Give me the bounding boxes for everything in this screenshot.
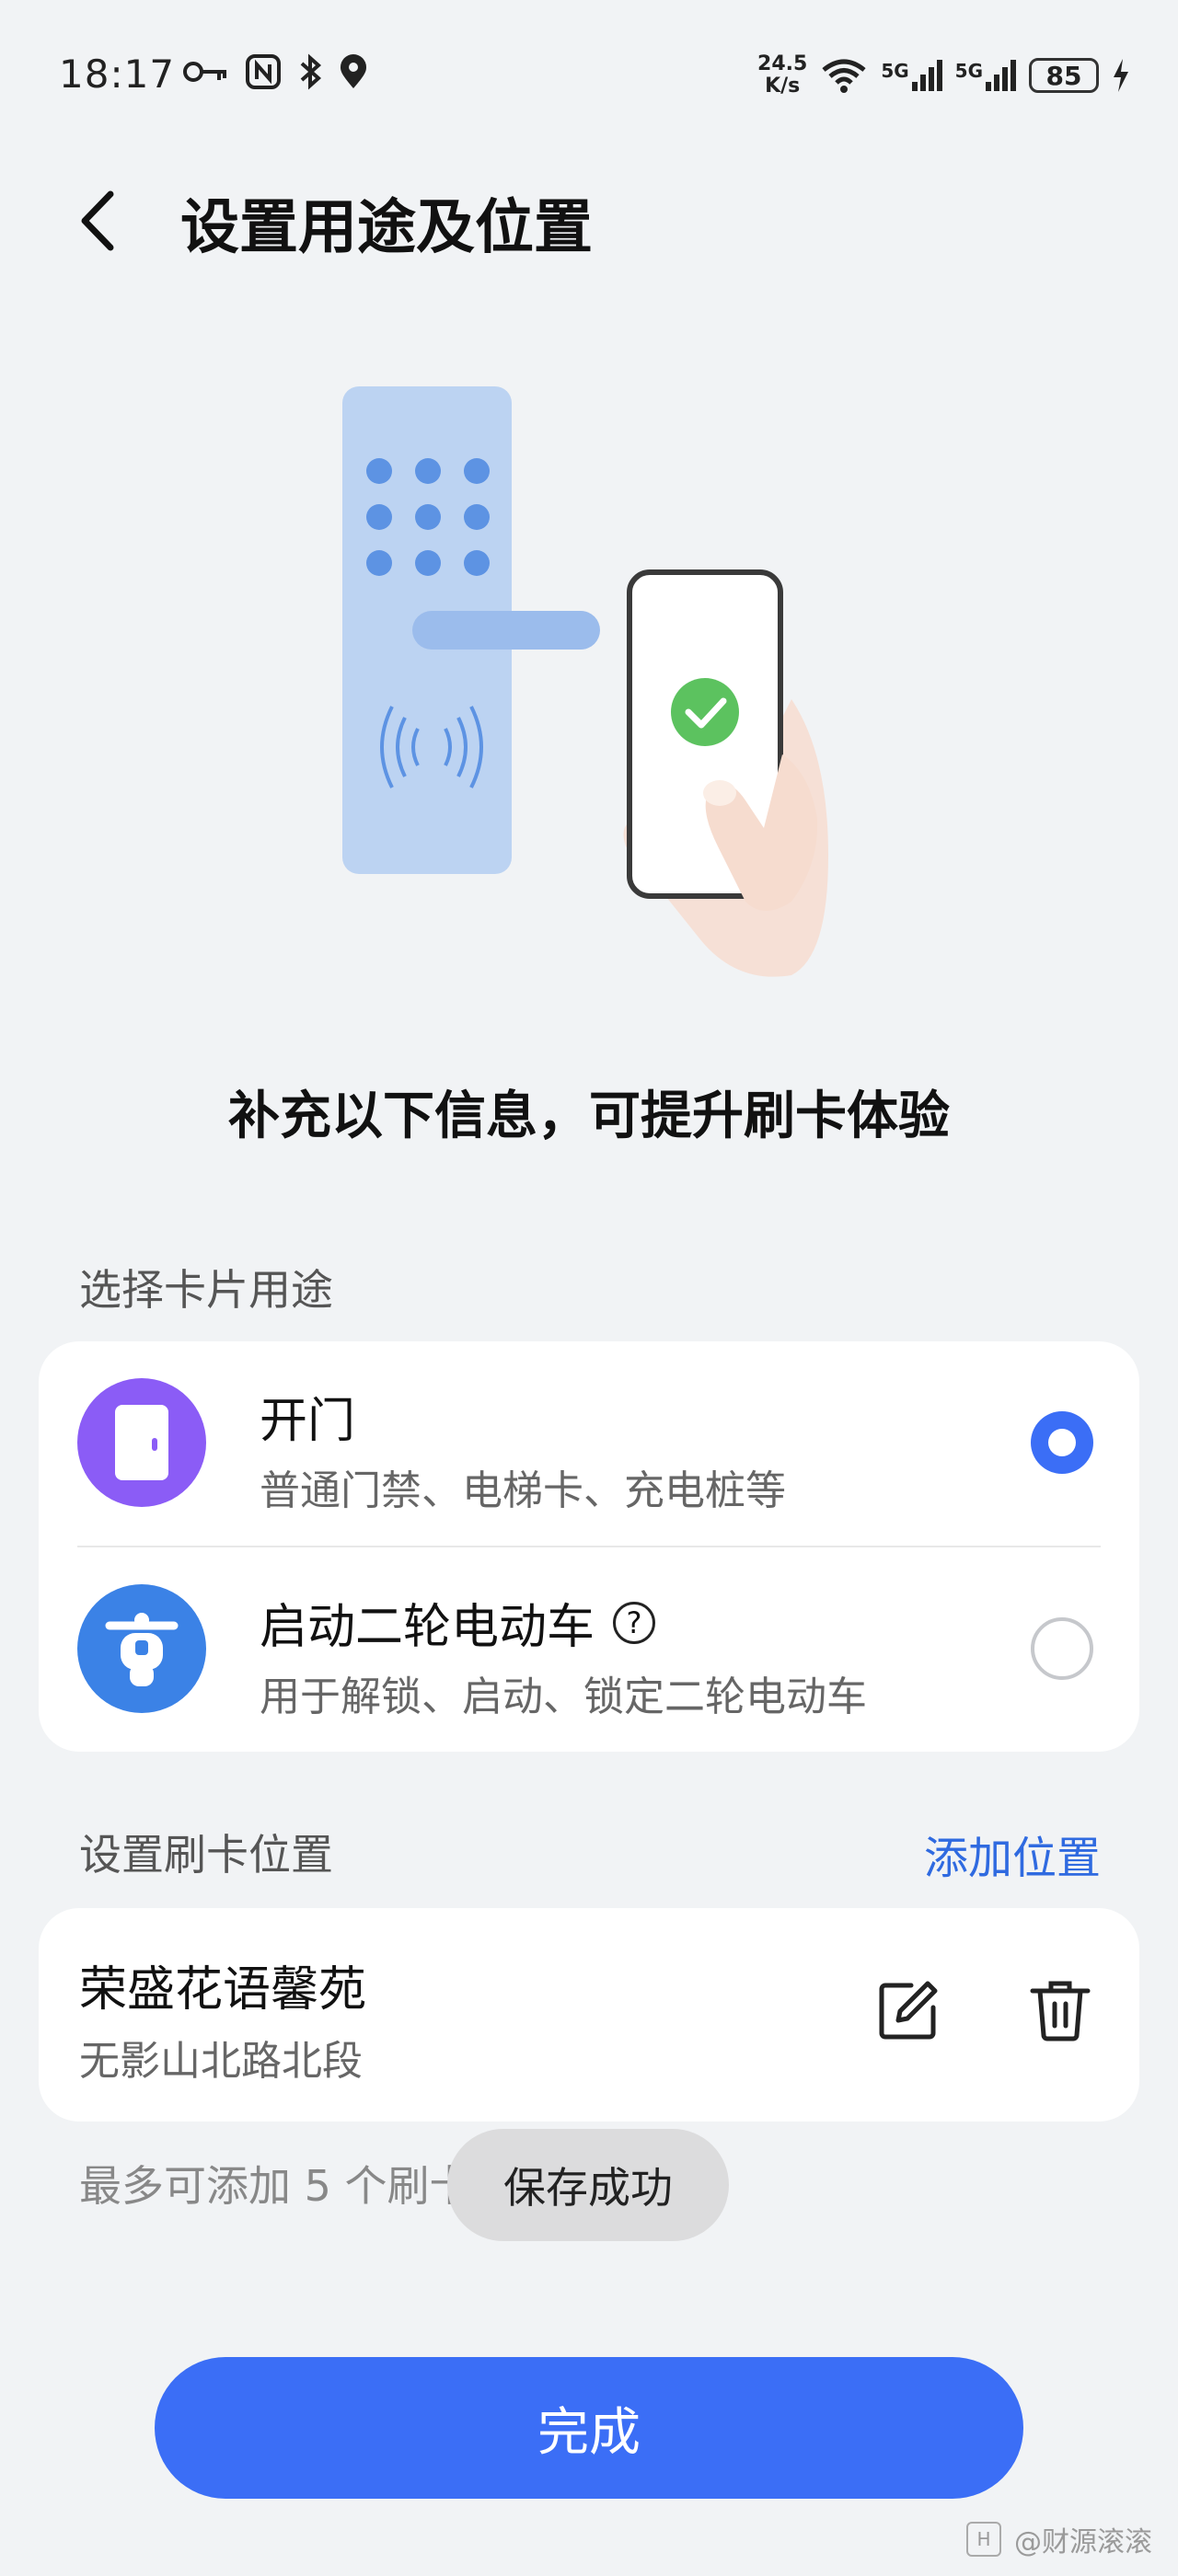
back-button[interactable] bbox=[77, 184, 133, 258]
option-desc: 用于解锁、启动、锁定二轮电动车 bbox=[260, 1673, 867, 1720]
done-button[interactable]: 完成 bbox=[155, 2357, 1023, 2499]
usage-option-open-door[interactable]: 开门 普通门禁、电梯卡、充电桩等 bbox=[39, 1341, 1139, 1544]
door-lock-illustration bbox=[342, 386, 828, 977]
usage-card: 开门 普通门禁、电梯卡、充电桩等 启动二轮电动车 ? 用于解锁、启动、锁定二轮电… bbox=[39, 1341, 1139, 1752]
chevron-left-icon bbox=[81, 190, 114, 251]
help-icon[interactable]: ? bbox=[613, 1601, 656, 1644]
charging-icon bbox=[1114, 59, 1128, 92]
page-title: 设置用途及位置 bbox=[180, 194, 593, 262]
trash-icon bbox=[1030, 1981, 1091, 2041]
location-section-label: 设置刷卡位置 bbox=[79, 1830, 333, 1880]
door-icon bbox=[77, 1378, 206, 1507]
status-icons-left bbox=[182, 53, 368, 90]
signal-icon: 5G bbox=[881, 60, 942, 91]
location-icon bbox=[341, 54, 366, 88]
usage-section-label: 选择卡片用途 bbox=[79, 1265, 333, 1315]
option-title: 开门 bbox=[260, 1394, 356, 1449]
bluetooth-icon bbox=[300, 53, 322, 90]
signal-icon: 5G bbox=[955, 60, 1016, 91]
location-address: 无影山北路北段 bbox=[79, 2038, 363, 2085]
add-location-link[interactable]: 添加位置 bbox=[924, 1822, 1101, 1886]
info-subtitle: 补充以下信息，可提升刷卡体验 bbox=[228, 1087, 950, 1146]
status-time: 18:17 bbox=[59, 52, 176, 97]
toast-message: 保存成功 bbox=[447, 2129, 729, 2241]
nfc-icon bbox=[246, 54, 281, 89]
radio-unselected[interactable] bbox=[1031, 1617, 1093, 1680]
option-desc: 普通门禁、电梯卡、充电桩等 bbox=[260, 1467, 786, 1514]
net-speed: 24.5 K/s bbox=[757, 52, 808, 98]
watermark-logo-icon: H bbox=[966, 2522, 1001, 2557]
key-icon bbox=[183, 62, 226, 82]
radio-selected[interactable] bbox=[1031, 1411, 1093, 1474]
status-icons-right: 24.5 K/s 5G 5G 85 bbox=[757, 53, 1130, 98]
battery-icon: 85 bbox=[1029, 58, 1099, 93]
watermark: H @财源滚滚 bbox=[966, 2519, 1152, 2559]
delete-button[interactable] bbox=[1027, 1978, 1093, 2044]
option-title: 启动二轮电动车 ? bbox=[260, 1588, 656, 1657]
location-name: 荣盛花语馨苑 bbox=[79, 1962, 367, 2018]
wifi-icon bbox=[822, 59, 866, 93]
edit-icon bbox=[879, 1981, 938, 2040]
scooter-icon bbox=[77, 1584, 206, 1713]
usage-option-ebike[interactable]: 启动二轮电动车 ? 用于解锁、启动、锁定二轮电动车 bbox=[39, 1547, 1139, 1750]
edit-button[interactable] bbox=[874, 1978, 941, 2044]
